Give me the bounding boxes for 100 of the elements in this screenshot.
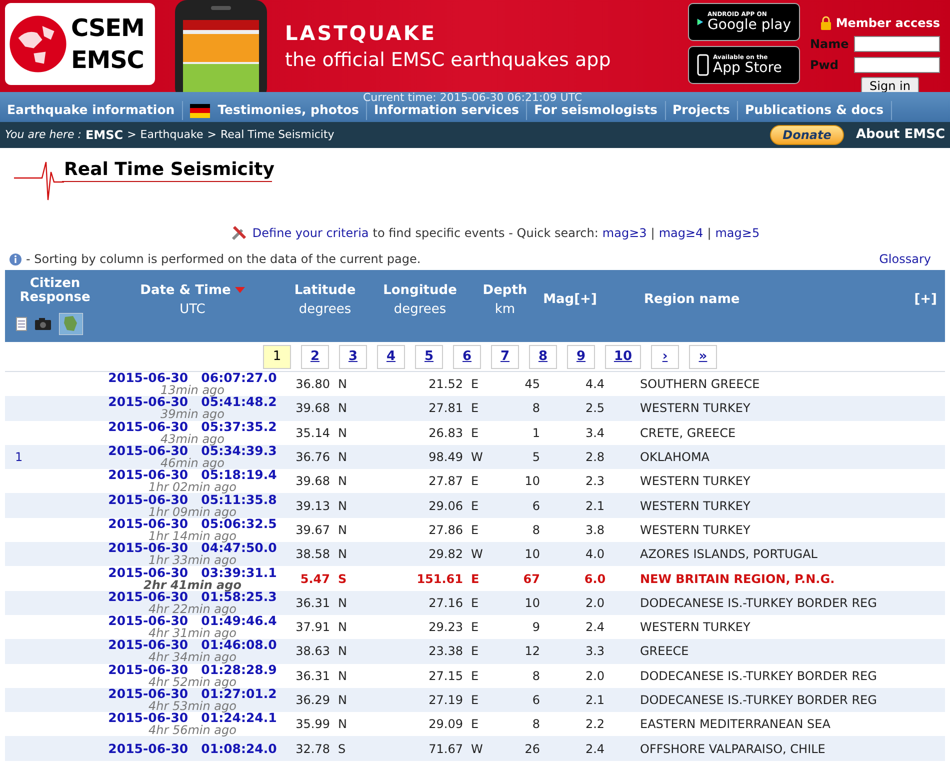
nav-item[interactable]: Testimonies, photos [182, 101, 367, 120]
page-link[interactable]: 4 [377, 344, 405, 368]
depth-cell-text: 8 [531, 522, 540, 539]
latitude-direction: N [337, 449, 348, 466]
event-date-link[interactable]: 2015-06-30 04:47:50.0 [108, 542, 277, 554]
latitude-direction: S [337, 570, 348, 588]
depth-cell-text: 8 [531, 716, 540, 734]
event-date-link[interactable]: 2015-06-30 01:46:08.0 [108, 639, 277, 652]
breadcrumb-link[interactable]: Real Time Seismicity [220, 126, 334, 144]
page-link[interactable]: 2 [301, 344, 329, 368]
page-link[interactable]: » [689, 344, 717, 368]
time-ago: 13min ago [160, 384, 225, 396]
column-header[interactable]: Date & Time [140, 280, 245, 300]
magnitude-cell-text: 2.1 [584, 498, 606, 515]
about-link[interactable]: About EMSC [856, 125, 945, 145]
nav-item[interactable]: Information services [366, 101, 528, 120]
page-link[interactable]: 9 [567, 344, 595, 368]
nav-item[interactable]: Earthquake information [0, 101, 183, 120]
event-date-link[interactable]: 2015-06-30 01:49:46.4 [108, 615, 277, 628]
column-header[interactable]: Region name [644, 292, 740, 308]
region-cell-text: WESTERN TURKEY [639, 522, 750, 539]
latitude-direction: N [337, 473, 348, 490]
event-date-link[interactable]: 2015-06-30 01:27:01.2 [108, 688, 277, 700]
phone-icon [697, 54, 709, 76]
quick-search-link[interactable]: mag≥3 [602, 224, 647, 242]
event-date-link[interactable]: 2015-06-30 01:08:24.0 [108, 742, 277, 755]
time-ago: 1hr 09min ago [148, 506, 236, 518]
region-cell-text: OFFSHORE VALPARAISO, CHILE [639, 740, 826, 758]
app-subtitle: the official EMSC earthquakes app [285, 48, 611, 73]
depth-cell-text: 8 [531, 400, 540, 418]
page-link[interactable]: 5 [415, 344, 443, 368]
longitude-direction: E [470, 376, 480, 394]
event-date-link[interactable]: 2015-06-30 01:28:28.9 [108, 664, 277, 676]
column-header[interactable]: Mag[+] [543, 290, 597, 310]
breadcrumb-link[interactable]: Earthquake [140, 126, 204, 144]
quick-search-link[interactable]: mag≥4 [658, 224, 704, 242]
longitude-cell-text: 71.67 [428, 740, 463, 758]
column-subheader: degrees [394, 301, 446, 319]
column-header[interactable]: Citizen Response [15, 277, 95, 305]
longitude-cell-text: 27.87 [428, 473, 463, 490]
column-subheader: km [494, 301, 516, 319]
page-link[interactable]: 10 [605, 344, 641, 368]
time-ago: 4hr 53min ago [148, 700, 236, 712]
longitude-cell-text: 29.06 [428, 498, 463, 515]
magnitude-cell-text: 6.0 [583, 570, 607, 588]
longitude-direction: E [470, 643, 480, 660]
event-date-link[interactable]: 2015-06-30 01:24:24.1 [108, 712, 277, 724]
region-cell-text: WESTERN TURKEY [639, 619, 750, 636]
column-header[interactable]: Depth [482, 280, 528, 300]
page-link[interactable]: › [651, 344, 679, 368]
link-separator: | [650, 225, 655, 242]
longitude-cell-text: 26.83 [428, 424, 463, 442]
latitude-direction: N [337, 619, 348, 636]
page-link[interactable]: 7 [491, 344, 519, 368]
region-cell-text: NEW BRITAIN REGION, P.N.G. [639, 570, 835, 588]
depth-cell-text: 12 [524, 643, 540, 660]
page-link[interactable]: 1 [263, 344, 291, 368]
longitude-direction: E [470, 692, 480, 709]
page-link[interactable]: 8 [529, 344, 557, 368]
region-cell-text: WESTERN TURKEY [639, 400, 750, 418]
password-input[interactable] [854, 57, 940, 73]
citizen-response-link[interactable]: 1 [15, 450, 23, 464]
criteria-link[interactable]: Define your criteria [252, 224, 369, 242]
event-date-link[interactable]: 2015-06-30 05:18:19.4 [108, 469, 277, 482]
breadcrumb-link[interactable]: EMSC [85, 126, 124, 144]
region-cell-text: SOUTHERN GREECE [639, 376, 760, 394]
page-link[interactable]: 6 [453, 344, 481, 368]
latitude-cell-text: 36.31 [294, 668, 330, 685]
latitude-direction: N [337, 498, 348, 515]
event-date-link[interactable]: 2015-06-30 05:06:32.5 [108, 518, 277, 530]
column-header[interactable]: Longitude [383, 280, 457, 300]
event-date-link[interactable]: 2015-06-30 05:11:35.8 [108, 494, 277, 506]
latitude-direction: S [337, 740, 347, 758]
column-header[interactable]: Latitude [294, 280, 356, 300]
page-link[interactable]: 3 [339, 344, 367, 368]
latitude-cell-text: 36.31 [294, 594, 330, 612]
region-cell-text: CRETE, GREECE [639, 424, 736, 442]
nav-item[interactable]: Projects [666, 101, 738, 120]
event-date-link[interactable]: 2015-06-30 06:07:27.0 [108, 372, 277, 384]
event-date-link[interactable]: 2015-06-30 05:34:39.3 [108, 445, 277, 458]
latitude-cell-text: 38.58 [294, 546, 330, 564]
event-date-link[interactable]: 2015-06-30 01:58:25.3 [108, 590, 277, 603]
expand-columns-link[interactable]: [+] [914, 290, 937, 310]
donate-button[interactable]: Donate [770, 125, 844, 145]
name-input[interactable] [854, 36, 940, 52]
region-cell-text: DODECANESE IS.-TURKEY BORDER REG [639, 692, 877, 709]
event-date-link[interactable]: 2015-06-30 03:39:31.1 [108, 566, 277, 579]
event-date-link[interactable]: 2015-06-30 05:41:48.2 [108, 396, 277, 408]
latitude-cell-text: 32.78 [294, 740, 330, 758]
nav-item[interactable]: For seismologists [527, 101, 666, 120]
latitude-direction: N [337, 594, 348, 612]
longitude-direction: E [470, 400, 480, 418]
depth-cell-text: 1 [531, 424, 540, 442]
longitude-cell-text: 27.81 [428, 400, 463, 418]
event-date-link[interactable]: 2015-06-30 05:37:35.2 [108, 420, 277, 433]
nav-item[interactable]: Publications & docs [738, 101, 892, 120]
quick-search-link[interactable]: mag≥5 [715, 224, 760, 242]
region-cell-text: OKLAHOMA [639, 449, 710, 466]
glossary-link[interactable]: Glossary [879, 250, 931, 268]
latitude-cell-text: 35.99 [294, 716, 330, 734]
